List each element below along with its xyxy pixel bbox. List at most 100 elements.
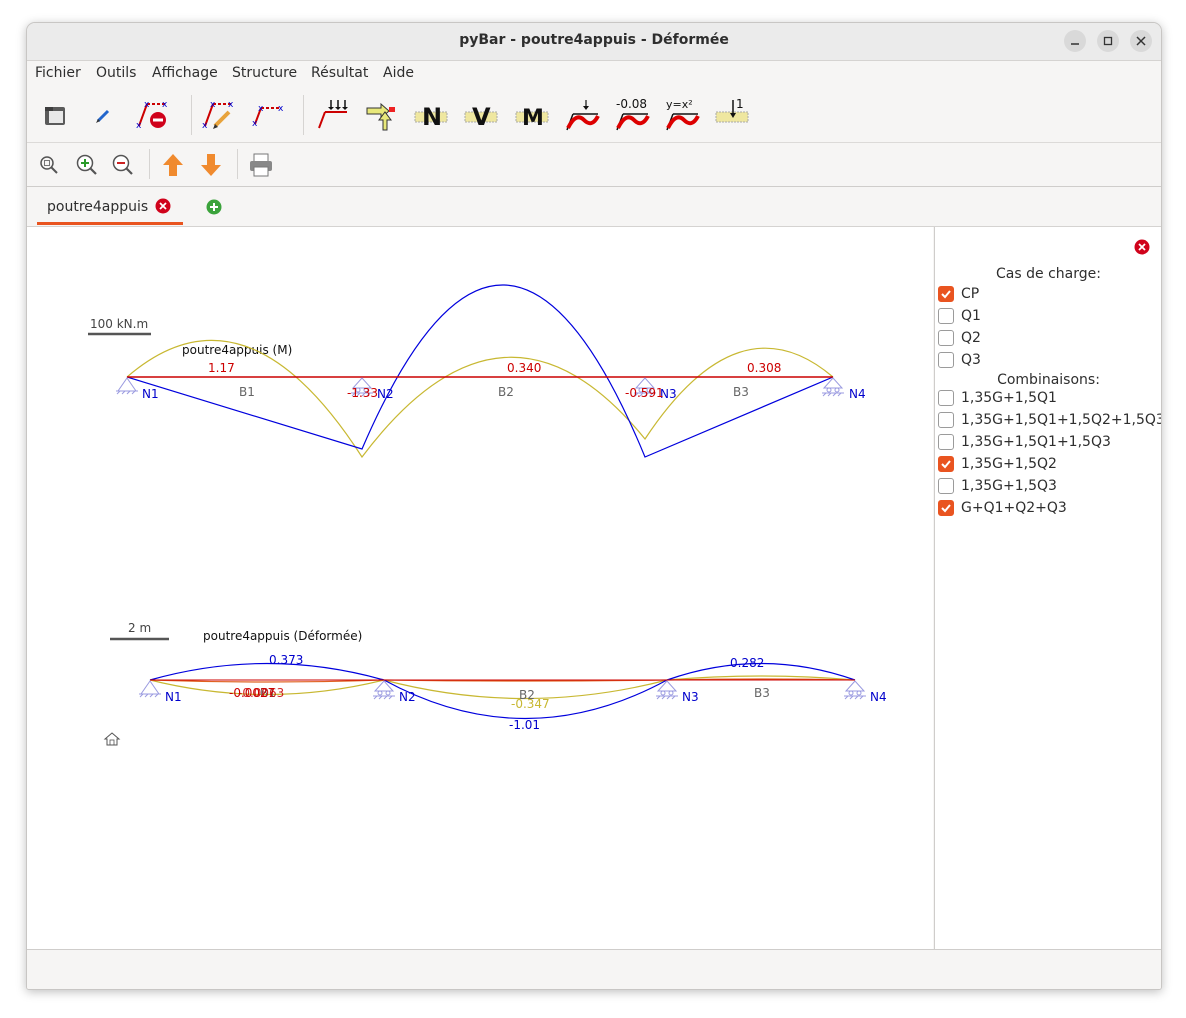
combination-option[interactable]: G+Q1+Q2+Q3 — [938, 498, 1067, 518]
minimize-icon — [1071, 43, 1079, 45]
combination-checkbox[interactable] — [938, 434, 954, 450]
home-icon[interactable] — [103, 732, 121, 746]
distributed-load-icon — [318, 100, 348, 129]
load-case-checkbox[interactable] — [938, 286, 954, 302]
close-tab-icon[interactable] — [155, 198, 171, 214]
svg-text:x: x — [278, 104, 284, 114]
moment-value: -1.33 — [347, 386, 378, 400]
support-pin — [138, 680, 162, 698]
print-icon — [250, 153, 272, 177]
svg-text:x: x — [202, 121, 208, 131]
maximize-button[interactable] — [1097, 30, 1119, 52]
menu-resultat[interactable]: Résultat — [311, 65, 368, 81]
tab-label: poutre4appuis — [47, 199, 149, 215]
moment-button[interactable]: M — [514, 97, 550, 133]
bar-icon: x x x — [252, 104, 284, 129]
move-up-button[interactable] — [155, 147, 191, 183]
comb-heading: Combinaisons: — [997, 372, 1100, 388]
combination-checkbox[interactable] — [938, 412, 954, 428]
normal-force-button[interactable]: N — [413, 97, 449, 133]
add-bar-button[interactable]: x x x — [249, 97, 285, 133]
shear-force-button[interactable]: V — [463, 97, 499, 133]
moment-curve-yellow — [126, 339, 834, 459]
close-button[interactable] — [1130, 30, 1152, 52]
combination-option[interactable]: 1,35G+1,5Q1 — [938, 388, 1057, 408]
deflection-value: -0.347 — [511, 697, 550, 711]
combination-checkbox[interactable] — [938, 500, 954, 516]
menu-aide[interactable]: Aide — [383, 65, 414, 81]
print-button[interactable] — [243, 147, 279, 183]
menu-fichier[interactable]: Fichier — [35, 65, 81, 81]
svg-text:-0.08: -0.08 — [616, 98, 647, 111]
node-label: N1 — [142, 387, 159, 401]
edit-button[interactable] — [86, 97, 122, 133]
load-case-option[interactable]: Q3 — [938, 350, 981, 370]
load-case-option[interactable]: Q1 — [938, 306, 981, 326]
combination-option[interactable]: 1,35G+1,5Q1+1,5Q3 — [938, 432, 1111, 452]
load-case-checkbox[interactable] — [938, 330, 954, 346]
load-case-checkbox[interactable] — [938, 308, 954, 324]
combination-label: 1,35G+1,5Q3 — [961, 478, 1057, 494]
svg-text:1: 1 — [736, 98, 744, 111]
combination-label: 1,35G+1,5Q1+1,5Q2+1,5Q3 — [961, 412, 1162, 428]
combination-checkbox[interactable] — [938, 478, 954, 494]
node-label: N1 — [165, 690, 182, 704]
delete-bar-button[interactable]: x x x — [133, 97, 169, 133]
combination-checkbox[interactable] — [938, 456, 954, 472]
value-button[interactable]: -0.08 — [614, 97, 650, 133]
combination-option[interactable]: 1,35G+1,5Q2 — [938, 454, 1057, 474]
check-icon — [941, 290, 951, 299]
deflection-value: -0.0063 — [238, 686, 284, 700]
deflection-value: 0.282 — [730, 656, 764, 670]
minimize-button[interactable] — [1064, 30, 1086, 52]
open-button[interactable] — [37, 97, 73, 133]
distributed-load-button[interactable] — [313, 97, 349, 133]
arrow-down-icon — [201, 154, 221, 176]
load-cases-panel: Cas de charge: CP Q1 Q2 Q3 Combinaisons: 1,… — [934, 227, 1162, 949]
influence-line-button[interactable]: 1 — [714, 97, 750, 133]
move-down-button[interactable] — [193, 147, 229, 183]
value-icon: -0.08 — [616, 98, 650, 131]
zoom-out-button[interactable] — [105, 147, 141, 183]
edit-structure-icon: x x x — [202, 100, 234, 131]
title-bar: pyBar - poutre4appuis - Déformée — [27, 23, 1161, 61]
drawing-canvas[interactable]: 100 kN.m poutre4appuis (M) N1 N2 N3 N4 B… — [27, 227, 933, 949]
combination-checkbox[interactable] — [938, 390, 954, 406]
close-panel-icon[interactable] — [1134, 239, 1150, 255]
deformed-button[interactable] — [564, 97, 600, 133]
node-label: N4 — [870, 690, 887, 704]
view-toolbar — [27, 143, 1161, 187]
load-case-option[interactable]: Q2 — [938, 328, 981, 348]
load-case-checkbox[interactable] — [938, 352, 954, 368]
scale-label: 100 kN.m — [90, 317, 148, 331]
combination-option[interactable]: 1,35G+1,5Q1+1,5Q2+1,5Q3 — [938, 410, 1162, 430]
moment-M-icon: M — [515, 106, 549, 131]
load-case-option[interactable]: CP — [938, 284, 979, 304]
menu-outils[interactable]: Outils — [96, 65, 136, 81]
menu-structure[interactable]: Structure — [232, 65, 297, 81]
moment-value: 0.340 — [507, 361, 541, 375]
combination-option[interactable]: 1,35G+1,5Q3 — [938, 476, 1057, 496]
combination-label: G+Q1+Q2+Q3 — [961, 500, 1067, 516]
svg-text:V: V — [472, 103, 491, 131]
svg-text:x: x — [210, 100, 216, 110]
edit-structure-button[interactable]: x x x — [199, 97, 235, 133]
main-toolbar: x x x x x x x x x N V M -0.08 y=x² 1 — [27, 87, 1161, 143]
svg-text:x: x — [252, 119, 258, 129]
add-tab-icon[interactable] — [206, 199, 222, 215]
function-button[interactable]: y=x² — [664, 97, 700, 133]
node-label: N2 — [399, 690, 416, 704]
diagram-title: poutre4appuis (Déformée) — [203, 629, 362, 643]
node-load-button[interactable] — [363, 97, 399, 133]
tab-bar: poutre4appuis — [27, 187, 1161, 227]
edit-pencil-icon — [96, 109, 110, 123]
menu-affichage[interactable]: Affichage — [152, 65, 218, 81]
deflection-value: 0.373 — [269, 653, 303, 667]
svg-text:x: x — [162, 100, 168, 110]
node-label: N3 — [682, 690, 699, 704]
zoom-fit-button[interactable] — [31, 147, 67, 183]
bar-label: B3 — [754, 686, 770, 700]
zoom-in-button[interactable] — [69, 147, 105, 183]
toolbar-separator — [303, 95, 304, 135]
support-pin — [115, 377, 139, 395]
